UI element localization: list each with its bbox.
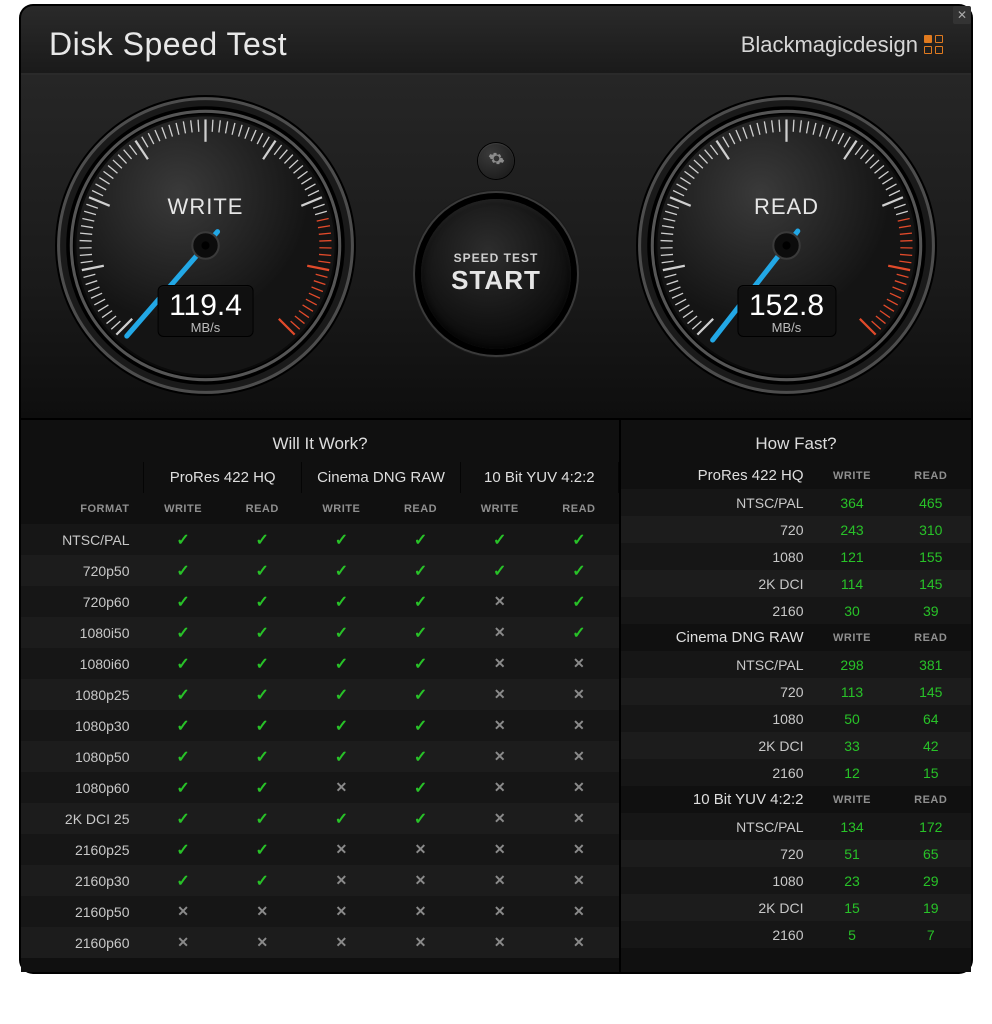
table-row: 10802329 xyxy=(621,867,971,894)
results-panels: Will It Work? ProRes 422 HQCinema DNG RA… xyxy=(21,418,971,972)
table-row: 1080i60✓✓✓✓✕✕ xyxy=(21,648,619,679)
start-button-main-label: START xyxy=(451,265,541,296)
will-it-work-panel: Will It Work? ProRes 422 HQCinema DNG RA… xyxy=(21,420,621,972)
close-button[interactable]: ✕ xyxy=(953,6,971,24)
will-it-work-table: ProRes 422 HQCinema DNG RAW10 Bit YUV 4:… xyxy=(21,462,619,958)
table-row: 2160p30✓✓✕✕✕✕ xyxy=(21,865,619,896)
table-row: 1080121155 xyxy=(621,543,971,570)
read-value-box: 152.8 MB/s xyxy=(737,285,836,337)
read-gauge: READ 152.8 MB/s xyxy=(634,93,939,398)
how-fast-table: ProRes 422 HQWRITEREADNTSC/PAL3644657202… xyxy=(621,462,971,948)
table-row: 720p60✓✓✓✓✕✓ xyxy=(21,586,619,617)
table-row: 216057 xyxy=(621,921,971,948)
write-gauge: WRITE 119.4 MB/s xyxy=(53,93,358,398)
table-row: 2160p60✕✕✕✕✕✕ xyxy=(21,927,619,958)
app-window: ✕ Disk Speed Test Blackmagicdesign WRITE… xyxy=(21,6,971,972)
brand-text: Blackmagicdesign xyxy=(741,32,918,58)
brand-logo: Blackmagicdesign xyxy=(741,32,943,58)
will-it-work-title: Will It Work? xyxy=(21,428,619,462)
header: Disk Speed Test Blackmagicdesign xyxy=(21,6,971,75)
gear-icon xyxy=(488,150,505,172)
brand-squares-icon xyxy=(924,35,943,54)
table-row: 2K DCI3342 xyxy=(621,732,971,759)
app-title: Disk Speed Test xyxy=(49,26,287,63)
table-row: NTSC/PAL134172 xyxy=(621,813,971,840)
write-value: 119.4 xyxy=(169,289,242,323)
table-row: 2K DCI1519 xyxy=(621,894,971,921)
write-value-box: 119.4 MB/s xyxy=(157,285,254,337)
table-row: 720243310 xyxy=(621,516,971,543)
table-row: 2160p25✓✓✕✕✕✕ xyxy=(21,834,619,865)
table-row: 21603039 xyxy=(621,597,971,624)
table-row: NTSC/PAL364465 xyxy=(621,489,971,516)
table-row: 720p50✓✓✓✓✓✓ xyxy=(21,555,619,586)
table-row: 2160p50✕✕✕✕✕✕ xyxy=(21,896,619,927)
table-row: 2K DCI 25✓✓✓✓✕✕ xyxy=(21,803,619,834)
settings-button[interactable] xyxy=(478,143,514,179)
table-row: NTSC/PAL298381 xyxy=(621,651,971,678)
table-row: 21601215 xyxy=(621,759,971,786)
table-row: 10805064 xyxy=(621,705,971,732)
table-row: 1080p60✓✓✕✓✕✕ xyxy=(21,772,619,803)
table-row: 1080i50✓✓✓✓✕✓ xyxy=(21,617,619,648)
table-row: 1080p25✓✓✓✓✕✕ xyxy=(21,679,619,710)
read-gauge-label: READ xyxy=(754,194,819,220)
how-fast-title: How Fast? xyxy=(621,428,971,462)
start-button[interactable]: SPEED TEST START xyxy=(421,199,571,349)
table-row: NTSC/PAL✓✓✓✓✓✓ xyxy=(21,524,619,555)
table-row: 7205165 xyxy=(621,840,971,867)
read-value: 152.8 xyxy=(749,289,824,323)
gauge-area: WRITE 119.4 MB/s SPEED TEST START READ 1… xyxy=(21,75,971,418)
write-gauge-label: WRITE xyxy=(168,194,244,220)
table-row: 1080p30✓✓✓✓✕✕ xyxy=(21,710,619,741)
table-row: 1080p50✓✓✓✓✕✕ xyxy=(21,741,619,772)
start-button-top-label: SPEED TEST xyxy=(454,251,539,265)
table-row: 2K DCI114145 xyxy=(621,570,971,597)
how-fast-panel: How Fast? ProRes 422 HQWRITEREADNTSC/PAL… xyxy=(621,420,971,972)
table-row: 720113145 xyxy=(621,678,971,705)
